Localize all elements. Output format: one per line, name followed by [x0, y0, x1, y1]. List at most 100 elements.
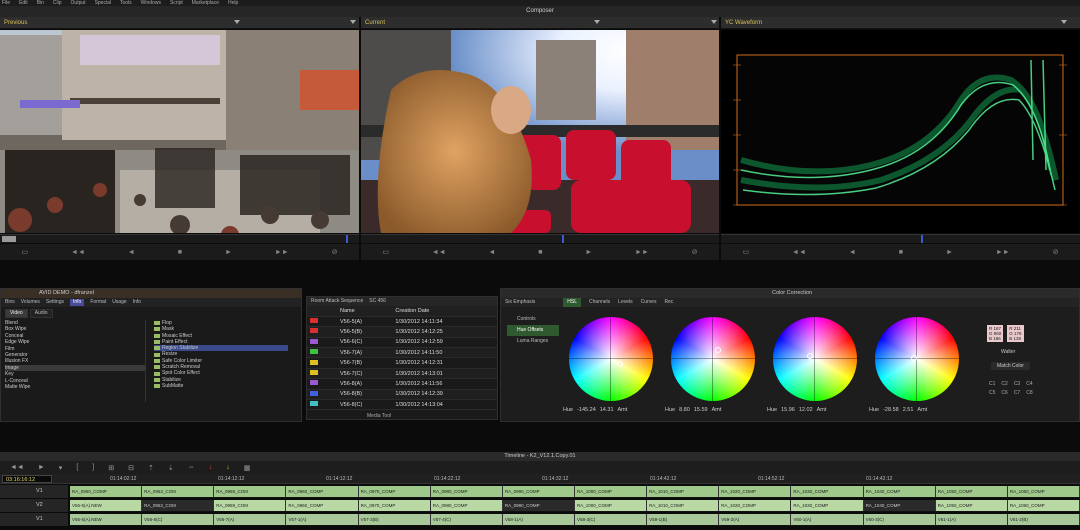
sat-value[interactable]: 12.02 [799, 407, 813, 413]
timeline-clip[interactable]: RA_1000_COMP [575, 500, 648, 511]
table-row[interactable]: V56-8(A) 1/30/2012 14:11:56 [307, 378, 497, 390]
timeline-clip[interactable]: RA_0990_COMP [502, 500, 575, 511]
chevron-down-icon[interactable]: ▾ [59, 464, 63, 472]
cc-mode-select[interactable]: Six Emphasis [505, 298, 535, 307]
cc-tab-rec[interactable]: Rec [664, 298, 673, 307]
timeline-clip[interactable]: V56-5(A).NEW [70, 500, 143, 511]
subtab-video[interactable]: Video [5, 309, 28, 318]
loop-icon[interactable]: ⊘ [332, 248, 338, 256]
sat-value[interactable]: 14.31 [600, 407, 614, 413]
timeline-clip[interactable]: V56-7(A) [214, 514, 287, 525]
project-tab[interactable]: Usage [112, 299, 126, 306]
timeline-clip[interactable]: V61-1(A) [935, 514, 1008, 525]
timeline-clip[interactable]: RA_0959_COM [214, 500, 287, 511]
hue-value[interactable]: -28.58 [883, 407, 899, 413]
timeline-ruler[interactable]: 03:16:16:12 01:14:02:12 01:14:12:12 01:14:… [0, 474, 1080, 484]
subtab-audio[interactable]: Audio [29, 309, 53, 318]
timeline-clip[interactable]: RA_1030_COMP [791, 500, 864, 511]
timeline-clip[interactable]: RA_1010_COMP [647, 500, 720, 511]
table-row[interactable]: V56-5(B) 1/30/2012 14:12:25 [307, 326, 497, 338]
hue-wheel[interactable] [569, 317, 653, 401]
chevron-down-icon[interactable] [1061, 20, 1067, 24]
project-tab[interactable]: Info [133, 299, 141, 306]
match-color-button[interactable]: Match Color [991, 362, 1030, 370]
media-tool-label[interactable]: Media Tool [367, 413, 391, 419]
stop-icon[interactable]: ■ [178, 249, 182, 256]
chevron-down-icon[interactable] [350, 20, 356, 24]
effect-item[interactable]: SubMatte [154, 383, 288, 389]
timeline-clip[interactable]: RA_0953_COM [142, 500, 215, 511]
project-tab[interactable]: Info [70, 299, 85, 306]
overwrite-icon[interactable]: ⊟ [128, 464, 134, 472]
color-slot[interactable]: C7 [1014, 390, 1020, 396]
mark-in-button[interactable] [2, 236, 16, 242]
track-label[interactable]: V2 [0, 499, 68, 512]
timeline-clip[interactable]: RA_1040_COMP [863, 486, 936, 497]
cc-section[interactable]: Controls [507, 314, 559, 325]
hue-wheel[interactable] [773, 317, 857, 401]
timeline-clip[interactable]: RA_1000_COMP [575, 486, 648, 497]
step-back-icon[interactable]: ◄ [488, 249, 495, 256]
play-icon[interactable]: ► [946, 249, 953, 256]
timeline-clip[interactable]: V58-3(C) [575, 514, 648, 525]
play-icon[interactable]: ► [585, 249, 592, 256]
timeline-clip[interactable]: V56-5(A).NEW [70, 514, 143, 525]
previous-position-bar[interactable] [0, 234, 359, 243]
track-label[interactable]: V1 [0, 485, 68, 498]
timeline-clip[interactable]: V57-1(A) [286, 514, 359, 525]
lift-icon[interactable]: ⇡ [148, 464, 154, 472]
color-slot[interactable]: C4 [1026, 381, 1032, 387]
bin-col-name[interactable]: Name [337, 306, 393, 317]
project-tab[interactable]: Bins [5, 299, 15, 306]
chevron-down-icon[interactable] [594, 20, 600, 24]
timeline-clip[interactable]: RA_1060_COMP [1007, 486, 1080, 497]
rewind-icon[interactable]: ◄◄ [432, 249, 446, 256]
table-row[interactable]: V56-8(C) 1/30/2012 14:13:04 [307, 399, 497, 411]
timeline-clip[interactable]: RA_0970_COMP [358, 486, 431, 497]
timeline-clip[interactable]: RA_0970_COMP [358, 500, 431, 511]
cc-tab-hsl[interactable]: HSL [563, 298, 582, 307]
mark-out-icon[interactable]: ] [92, 464, 94, 471]
cc-tab-channels[interactable]: Channels [589, 298, 610, 307]
timeline-clip[interactable]: RA_1040_COMP [863, 500, 936, 511]
timeline-clip[interactable]: RA_0980_COMP [430, 500, 503, 511]
timeline-clip[interactable]: RA_1050_COMP [935, 500, 1008, 511]
color-slot[interactable]: C3 [1014, 381, 1020, 387]
sat-value[interactable]: 2.51 [903, 407, 914, 413]
timeline-clip[interactable]: V58-1(A) [502, 514, 575, 525]
timeline-clip[interactable]: RA_0980_COMP [430, 486, 503, 497]
table-row[interactable]: V56-7(A) 1/30/2012 14:11:50 [307, 347, 497, 359]
timeline-clip[interactable]: RA_0953_COM [142, 486, 215, 497]
stop-icon[interactable]: ■ [538, 249, 542, 256]
position-indicator[interactable] [921, 235, 923, 243]
color-slot[interactable]: C6 [1001, 390, 1007, 396]
play-icon[interactable]: ► [225, 249, 232, 256]
sat-value[interactable]: 15.59 [694, 407, 708, 413]
step-back-icon[interactable]: ◄ [849, 249, 856, 256]
timeline-clip[interactable]: RA_0959_COM [214, 486, 287, 497]
chevron-down-icon[interactable] [234, 20, 240, 24]
clip-icon[interactable]: ▭ [742, 248, 749, 256]
color-slot[interactable]: C8 [1026, 390, 1032, 396]
chevron-down-icon[interactable] [711, 20, 717, 24]
wheel-handle[interactable] [807, 353, 813, 359]
waveform-monitor-header[interactable]: YC Waveform [721, 17, 1080, 29]
bin-col-date[interactable]: Creation Date [392, 306, 497, 317]
stop-icon[interactable]: ■ [899, 249, 903, 256]
bin-tab-sequence[interactable]: Room Attack Sequence [311, 297, 363, 306]
hue-value[interactable]: 8.80 [679, 407, 690, 413]
position-indicator[interactable] [562, 235, 564, 243]
timeline-clip[interactable]: V57-4(C) [430, 514, 503, 525]
effect-category[interactable]: Matte Wipe [5, 384, 145, 390]
clip-icon[interactable]: ▭ [382, 248, 389, 256]
current-monitor-frame[interactable] [361, 30, 719, 233]
clip-icon[interactable]: ▭ [21, 248, 28, 256]
color-slot[interactable]: C5 [989, 390, 995, 396]
play-icon[interactable]: ► [38, 464, 45, 471]
hue-wheel[interactable] [671, 317, 755, 401]
project-tab[interactable]: Settings [46, 299, 64, 306]
color-slot[interactable]: C2 [1001, 381, 1007, 387]
segment-red-icon[interactable]: ↓ [209, 464, 213, 471]
timeline-clip[interactable]: RA_1050_COMP [935, 486, 1008, 497]
timeline-clip[interactable]: RA_0990_COMP [502, 486, 575, 497]
